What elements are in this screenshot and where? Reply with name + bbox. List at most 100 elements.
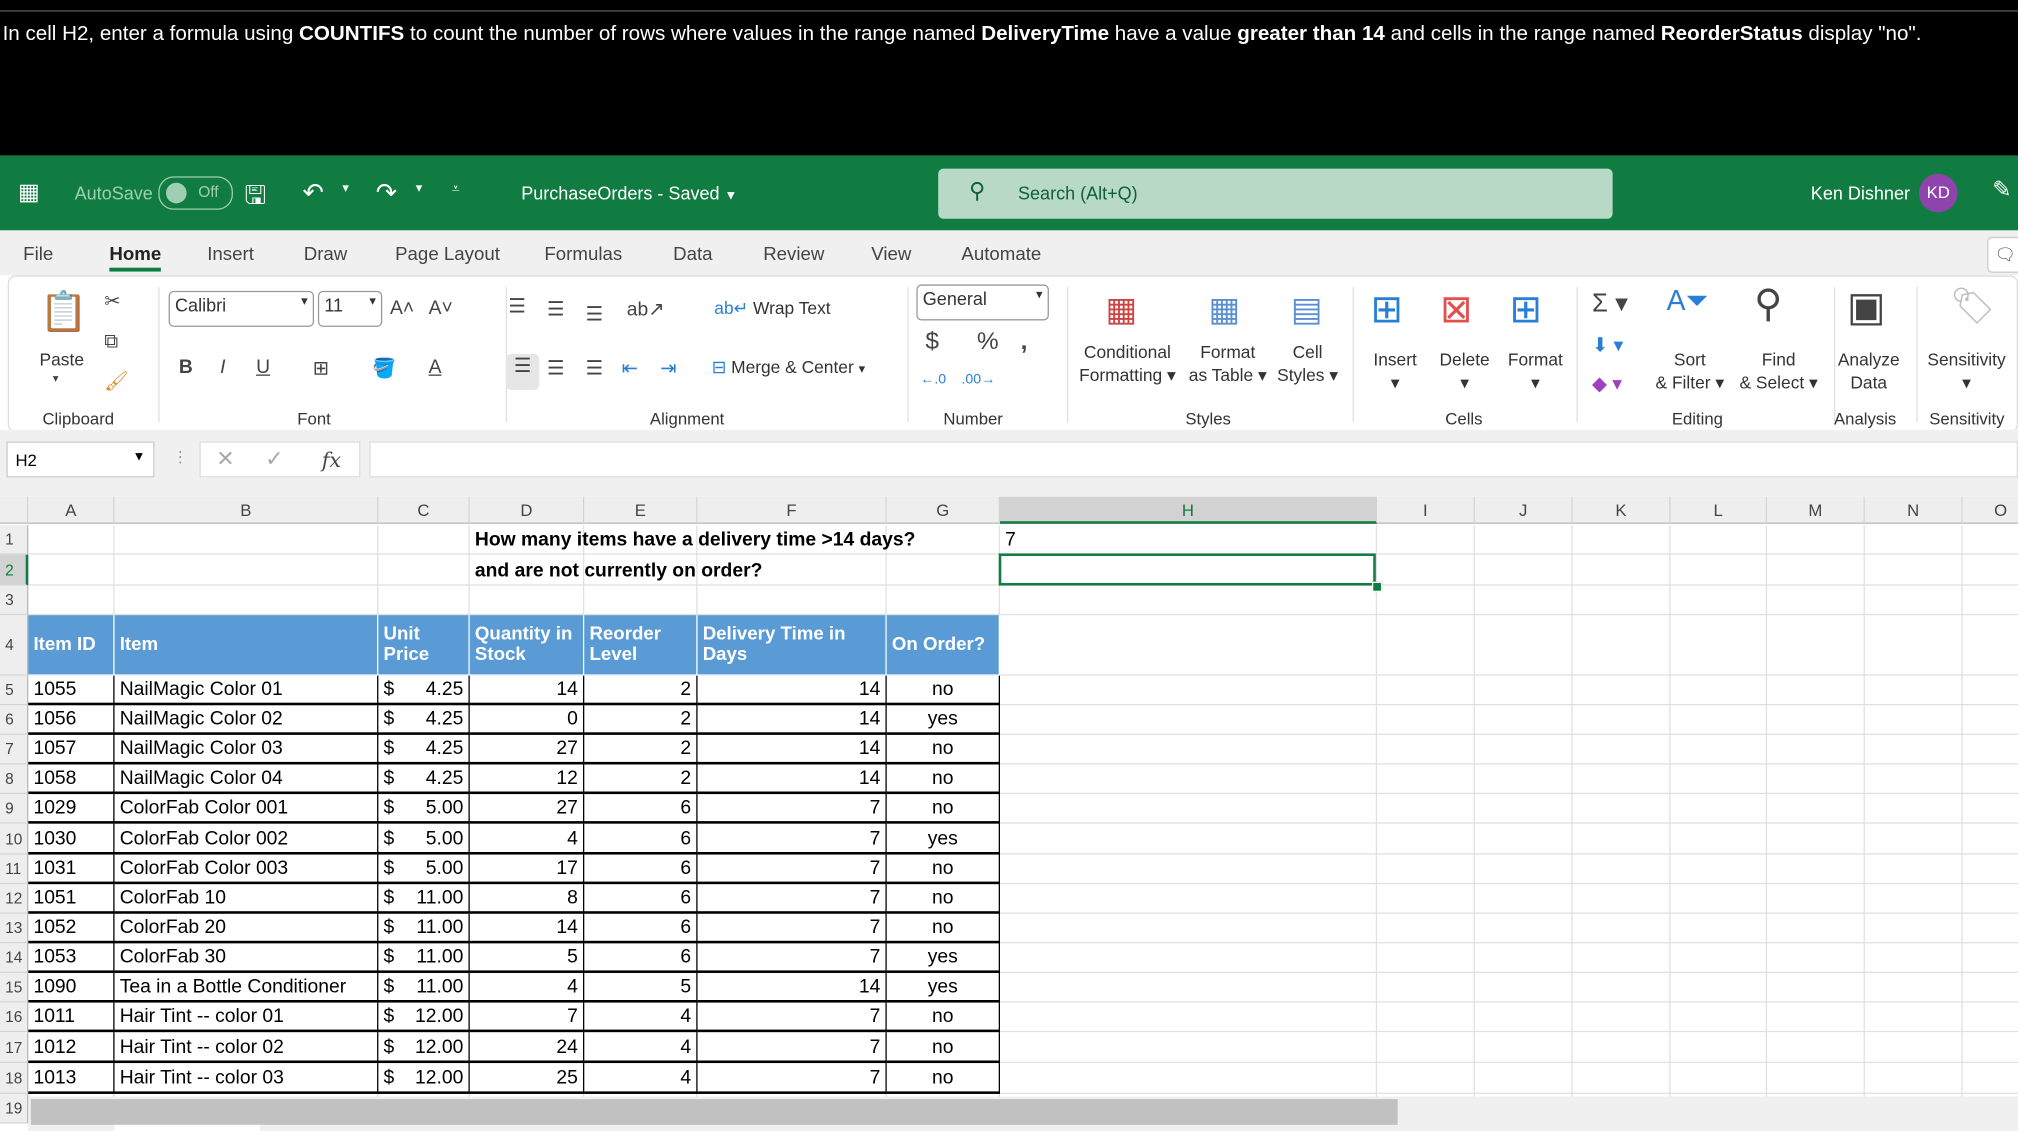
table-cell[interactable]: $11.00 — [378, 884, 470, 914]
table-cell[interactable]: 1055 — [28, 675, 115, 706]
cell[interactable] — [1474, 1063, 1573, 1094]
table-cell[interactable]: ColorFab 10 — [114, 884, 379, 914]
cell[interactable] — [1864, 705, 1963, 735]
table-cell[interactable]: 7 — [697, 794, 887, 824]
cut-icon[interactable]: ✂ — [104, 290, 120, 313]
cell[interactable] — [1767, 764, 1865, 795]
table-cell[interactable]: 4 — [584, 1002, 698, 1033]
cell[interactable] — [1474, 943, 1573, 973]
sensitivity-button[interactable]: Sensitivity ▾ — [1921, 349, 2011, 395]
increase-font-icon[interactable]: A˄ — [390, 297, 414, 319]
currency-icon[interactable]: $ — [925, 328, 939, 356]
table-cell[interactable]: NailMagic Color 04 — [114, 764, 379, 795]
table-cell[interactable]: 5 — [469, 943, 585, 973]
table-cell[interactable]: 1051 — [28, 884, 115, 914]
table-cell[interactable]: 7 — [697, 1002, 887, 1033]
table-cell[interactable]: 1090 — [28, 972, 115, 1003]
cell[interactable] — [378, 585, 470, 616]
cell[interactable] — [1767, 823, 1865, 855]
cell[interactable] — [28, 525, 115, 555]
table-cell[interactable]: 1031 — [28, 854, 115, 885]
cell[interactable] — [1474, 854, 1573, 885]
cell[interactable] — [1962, 1003, 2018, 1033]
cell[interactable] — [999, 943, 1378, 973]
cell[interactable] — [1670, 972, 1768, 1003]
cell[interactable] — [1474, 525, 1573, 555]
column-header-e[interactable]: E — [584, 496, 698, 524]
table-cell[interactable]: no — [886, 794, 1000, 824]
table-cell[interactable]: no — [886, 884, 1000, 914]
sort-filter-button[interactable]: Sort & Filter ▾ — [1643, 349, 1736, 395]
table-cell[interactable]: $5.00 — [378, 854, 470, 885]
table-cell[interactable]: yes — [886, 705, 1000, 735]
cell[interactable] — [1572, 554, 1671, 586]
cell[interactable] — [1864, 972, 1963, 1003]
tab-insert[interactable]: Insert — [207, 245, 254, 266]
column-header-m[interactable]: M — [1767, 496, 1865, 524]
table-cell[interactable]: 7 — [697, 854, 887, 885]
cell[interactable] — [1767, 615, 1865, 676]
column-header-l[interactable]: L — [1670, 496, 1768, 524]
table-cell[interactable]: ColorFab Color 002 — [114, 823, 379, 855]
cell[interactable] — [1377, 1032, 1475, 1064]
column-header-n[interactable]: N — [1864, 496, 1963, 524]
table-cell[interactable]: $4.25 — [378, 764, 470, 795]
column-header-g[interactable]: G — [886, 496, 1000, 524]
orientation-icon[interactable]: ab↗ — [627, 297, 665, 321]
table-cell[interactable]: 0 — [469, 705, 585, 735]
cell[interactable] — [1377, 1063, 1475, 1094]
table-cell[interactable]: 6 — [584, 823, 698, 855]
cell[interactable] — [999, 764, 1378, 795]
cell[interactable] — [999, 794, 1378, 824]
comma-style-icon[interactable]: , — [1021, 328, 1028, 356]
cell[interactable] — [1767, 913, 1865, 944]
cell[interactable] — [1377, 734, 1475, 765]
cell[interactable] — [1962, 555, 2018, 586]
cell[interactable] — [1572, 794, 1671, 824]
tab-draw[interactable]: Draw — [304, 245, 348, 266]
cell[interactable] — [1767, 585, 1865, 616]
cell[interactable] — [1864, 554, 1963, 586]
align-center-icon[interactable]: ☰ — [547, 356, 564, 380]
row-header-16[interactable]: 16 — [0, 1002, 29, 1033]
row-header-10[interactable]: 10 — [0, 823, 29, 855]
cell[interactable] — [1962, 525, 2018, 555]
table-cell[interactable]: 1057 — [28, 734, 115, 765]
cell[interactable] — [1962, 676, 2018, 706]
column-header-b[interactable]: B — [114, 496, 379, 524]
table-cell[interactable]: 12 — [469, 764, 585, 795]
selected-cell-h2[interactable] — [998, 553, 1376, 586]
row-header-14[interactable]: 14 — [0, 943, 29, 973]
column-header-j[interactable]: J — [1474, 496, 1573, 524]
cell[interactable] — [1572, 884, 1671, 914]
cell[interactable] — [999, 1063, 1378, 1094]
cell[interactable] — [1572, 764, 1671, 795]
tab-file[interactable]: File — [23, 245, 53, 266]
cell[interactable] — [1962, 1063, 2018, 1094]
cell[interactable] — [1474, 823, 1573, 855]
table-cell[interactable]: Hair Tint -- color 02 — [114, 1032, 379, 1064]
table-cell[interactable]: 8 — [469, 884, 585, 914]
table-cell[interactable]: 5 — [584, 972, 698, 1003]
table-cell[interactable]: ColorFab 30 — [114, 943, 379, 973]
cell-h1-answer[interactable]: 7 — [1000, 525, 1377, 555]
cell[interactable] — [999, 823, 1378, 855]
avatar[interactable]: KD — [1918, 173, 1958, 213]
cell[interactable] — [999, 913, 1378, 944]
table-header-2[interactable]: Item — [114, 615, 379, 676]
user-name[interactable]: Ken Dishner — [1811, 183, 1910, 204]
table-header-6[interactable]: Delivery Time in Days — [697, 615, 887, 676]
table-header-3[interactable]: Unit Price — [378, 615, 470, 676]
table-cell[interactable]: $5.00 — [378, 823, 470, 855]
cell[interactable] — [1572, 734, 1671, 765]
cell[interactable] — [1474, 554, 1573, 586]
cell-styles-button[interactable]: Cell Styles ▾ — [1275, 341, 1339, 387]
wrap-text-button[interactable]: ab↵ Wrap Text — [714, 297, 830, 320]
cell[interactable] — [1670, 1002, 1768, 1033]
cell[interactable] — [1767, 972, 1865, 1003]
table-cell[interactable]: 1011 — [28, 1002, 115, 1033]
number-format-dropdown[interactable]: General ▾ — [916, 284, 1049, 321]
table-cell[interactable]: $4.25 — [378, 734, 470, 765]
row-header-6[interactable]: 6 — [0, 705, 29, 735]
table-cell[interactable]: 4 — [469, 823, 585, 855]
